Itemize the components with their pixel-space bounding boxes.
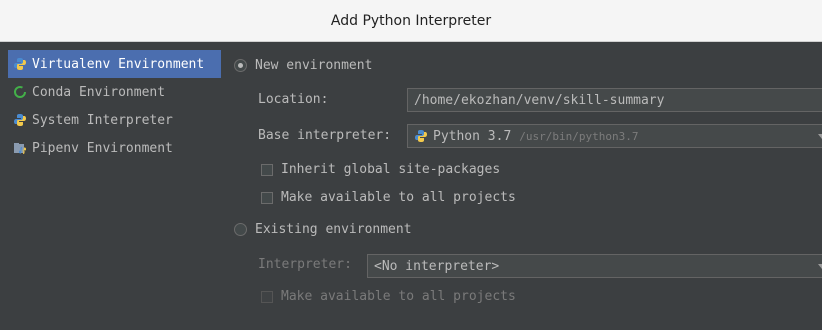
- radio-button[interactable]: [234, 59, 247, 72]
- existing-environment-radio[interactable]: Existing environment: [234, 222, 412, 237]
- interpreter-dropdown[interactable]: <No interpreter>: [367, 254, 822, 278]
- new-environment-label: New environment: [255, 58, 373, 73]
- sidebar-item-system-interpreter[interactable]: System Interpreter: [8, 106, 221, 134]
- base-interpreter-value: Python 3.7: [433, 128, 512, 144]
- interpreter-value: <No interpreter>: [374, 258, 500, 274]
- chevron-down-icon[interactable]: [818, 134, 822, 139]
- base-interpreter-label: Base interpreter:: [258, 128, 392, 143]
- inherit-site-packages-checkbox[interactable]: [261, 163, 273, 176]
- chevron-down-icon[interactable]: [818, 264, 822, 269]
- interpreter-label: Interpreter:: [258, 257, 352, 272]
- python-icon: [13, 113, 27, 127]
- sidebar-item-virtualenv[interactable]: Virtualenv Environment: [8, 50, 221, 78]
- existing-make-available-label: Make available to all projects: [281, 289, 516, 304]
- sidebar-item-label: Pipenv Environment: [32, 140, 173, 156]
- existing-environment-label: Existing environment: [255, 222, 412, 237]
- sidebar-item-label: Conda Environment: [32, 84, 166, 100]
- pipenv-icon: [13, 141, 27, 155]
- base-interpreter-dropdown[interactable]: Python 3.7 /usr/bin/python3.7: [407, 124, 822, 148]
- base-interpreter-path: /usr/bin/python3.7: [519, 129, 639, 143]
- existing-make-available-checkbox[interactable]: [261, 290, 273, 303]
- conda-icon: [13, 85, 27, 99]
- location-value: /home/ekozhan/venv/skill-summary: [414, 92, 665, 108]
- dialog-title: Add Python Interpreter: [330, 12, 492, 29]
- environment-type-list: Virtualenv Environment Conda Environment…: [8, 50, 221, 162]
- make-available-option[interactable]: Make available to all projects: [261, 190, 516, 205]
- dialog-title-bar: Add Python Interpreter: [0, 0, 822, 42]
- python-icon: [13, 57, 27, 71]
- sidebar-item-conda[interactable]: Conda Environment: [8, 78, 221, 106]
- make-available-label: Make available to all projects: [281, 190, 516, 205]
- sidebar-item-label: Virtualenv Environment: [32, 56, 205, 72]
- inherit-site-packages-option[interactable]: Inherit global site-packages: [261, 162, 500, 177]
- sidebar-item-label: System Interpreter: [32, 112, 173, 128]
- python-icon: [414, 129, 428, 143]
- inherit-site-packages-label: Inherit global site-packages: [281, 162, 501, 177]
- new-environment-radio[interactable]: New environment: [234, 58, 372, 73]
- location-label: Location:: [258, 92, 329, 107]
- sidebar-item-pipenv[interactable]: Pipenv Environment: [8, 134, 221, 162]
- location-field[interactable]: /home/ekozhan/venv/skill-summary: [407, 88, 822, 112]
- make-available-checkbox[interactable]: [261, 191, 273, 204]
- radio-button[interactable]: [234, 223, 247, 236]
- existing-make-available-option[interactable]: Make available to all projects: [261, 289, 516, 304]
